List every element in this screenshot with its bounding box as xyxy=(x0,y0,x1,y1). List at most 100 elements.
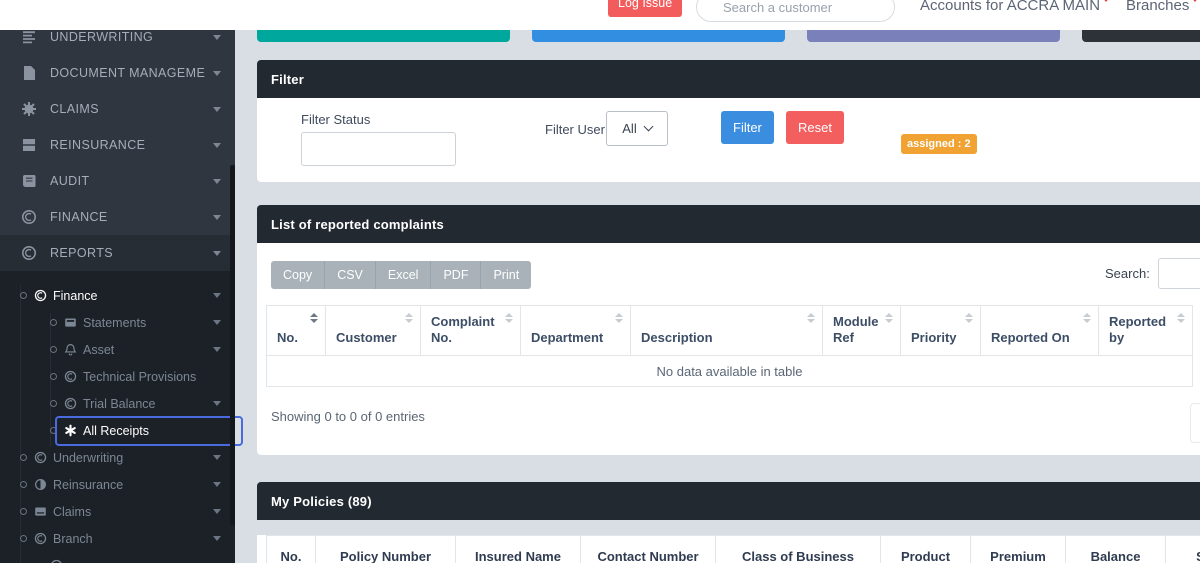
chevron-down-icon xyxy=(213,215,221,220)
submenu-item-all-receipts[interactable]: All Receipts xyxy=(0,417,235,444)
policies-panel-title: My Policies (89) xyxy=(271,494,372,509)
column-header-contact-number[interactable]: Contact Number xyxy=(581,536,716,563)
submenu-item-trial-balance[interactable]: Trial Balance xyxy=(0,390,235,417)
stat-card-blue[interactable] xyxy=(532,30,785,42)
complaints-header-row: No. Customer Complaint No. Department De… xyxy=(267,306,1193,356)
stat-card-dark[interactable] xyxy=(1082,30,1200,42)
filter-user-value: All xyxy=(622,121,636,136)
filter-panel-header: Filter xyxy=(257,60,1200,98)
policies-panel-header: My Policies (89) xyxy=(257,482,1200,520)
chevron-down-icon xyxy=(643,122,653,132)
sidebar-item-audit[interactable]: AUDIT xyxy=(0,163,235,199)
sidebar: UNDERWRITING DOCUMENT MANAGEMENT CLAIMS … xyxy=(0,30,235,563)
column-header-module-ref[interactable]: Module Ref xyxy=(823,306,901,356)
submenu-item-statements[interactable]: Statements xyxy=(0,309,235,336)
column-header-department[interactable]: Department xyxy=(521,306,631,356)
column-header-no[interactable]: No. xyxy=(267,306,326,356)
chevron-down-icon xyxy=(213,35,221,40)
stat-card-purple[interactable] xyxy=(807,30,1060,42)
pdf-button[interactable]: PDF xyxy=(431,261,481,289)
chevron-down-icon xyxy=(213,71,221,76)
table-search-input[interactable] xyxy=(1158,258,1200,289)
chevron-down-icon xyxy=(213,320,221,325)
submenu-item-underwriting[interactable]: Underwriting xyxy=(0,444,235,471)
submenu-item-finance[interactable]: Finance xyxy=(0,282,235,309)
empty-message: No data available in table xyxy=(267,356,1193,387)
document-icon xyxy=(21,65,37,81)
submenu-item-branch[interactable]: Branch xyxy=(0,525,235,552)
asterisk-icon xyxy=(64,424,77,437)
copy-button[interactable]: Copy xyxy=(271,261,325,289)
sort-icon xyxy=(310,313,318,323)
reset-button[interactable]: Reset xyxy=(786,111,844,144)
empty-row: No data available in table xyxy=(267,356,1193,387)
sidebar-item-document-management[interactable]: DOCUMENT MANAGEMENT xyxy=(0,55,235,91)
caret-down-icon xyxy=(1102,0,1110,2)
column-header-reported-on[interactable]: Reported On xyxy=(981,306,1099,356)
sidebar-scrollbar[interactable] xyxy=(230,165,235,525)
submenu-item-claims[interactable]: Claims xyxy=(0,498,235,525)
column-header-insured-name[interactable]: Insured Name xyxy=(456,536,581,563)
column-header-customer[interactable]: Customer xyxy=(326,306,421,356)
circle-bullet-icon xyxy=(20,292,27,299)
sidebar-item-label: UNDERWRITING xyxy=(50,30,205,44)
column-label: Description xyxy=(641,330,713,345)
sidebar-item-label: REINSURANCE xyxy=(50,138,205,152)
submenu-item-asset[interactable]: Asset xyxy=(0,336,235,363)
sort-icon xyxy=(405,313,413,323)
column-header-no[interactable]: No. xyxy=(267,536,316,563)
chevron-down-icon xyxy=(213,293,221,298)
submenu-item-label: All Receipts xyxy=(83,424,221,438)
sidebar-item-finance[interactable]: FINANCE xyxy=(0,199,235,235)
submenu-item-label: Underwriting xyxy=(53,451,205,465)
filter-user-select[interactable]: All xyxy=(606,111,668,146)
csv-button[interactable]: CSV xyxy=(325,261,376,289)
circle-bullet-icon xyxy=(50,346,57,353)
column-label: No. xyxy=(277,330,298,345)
customer-search-input[interactable] xyxy=(697,0,894,21)
sidebar-item-claims[interactable]: CLAIMS xyxy=(0,91,235,127)
excel-button[interactable]: Excel xyxy=(376,261,432,289)
accounts-dropdown-label: Accounts for ACCRA MAIN xyxy=(920,0,1100,14)
submenu-item-label: Branch xyxy=(53,532,205,546)
submenu-item-label: Technical Provisions xyxy=(83,370,221,384)
coin-icon xyxy=(34,289,47,302)
pagination-previous-button[interactable] xyxy=(1190,403,1200,443)
circle-bullet-icon xyxy=(50,400,57,407)
submenu-item-technical-provisions[interactable]: Technical Provisions xyxy=(0,363,235,390)
customer-search[interactable] xyxy=(696,0,895,22)
branches-dropdown[interactable]: Branches xyxy=(1126,0,1199,14)
sidebar-item-label: DOCUMENT MANAGEMENT xyxy=(50,66,205,80)
top-bar: Log Issue Accounts for ACCRA MAIN Branch… xyxy=(0,0,1200,30)
log-issue-button[interactable]: Log Issue xyxy=(608,0,682,17)
column-header-status[interactable]: Status xyxy=(1166,536,1200,563)
complaints-panel-body: Copy CSV Excel PDF Print Search: No. Cus… xyxy=(257,243,1200,455)
filter-status-input[interactable] xyxy=(301,132,456,166)
column-header-balance[interactable]: Balance xyxy=(1066,536,1166,563)
reports-submenu: Finance Statements Asset Technical Provi… xyxy=(0,271,235,563)
stat-card-teal[interactable] xyxy=(257,30,510,42)
print-button[interactable]: Print xyxy=(481,261,531,289)
accounts-dropdown[interactable]: Accounts for ACCRA MAIN xyxy=(920,0,1110,14)
column-header-policy-number[interactable]: Policy Number xyxy=(316,536,456,563)
submenu-item-label: Claims xyxy=(53,505,205,519)
submenu-item-label: Reinsurance xyxy=(53,478,205,492)
submenu-item-reinsurance[interactable]: Reinsurance xyxy=(0,471,235,498)
column-header-priority[interactable]: Priority xyxy=(901,306,981,356)
column-header-class-of-business[interactable]: Class of Business xyxy=(716,536,881,563)
filter-user-label: Filter User xyxy=(545,122,605,137)
column-header-premium[interactable]: Premium xyxy=(971,536,1066,563)
column-label: Reported by xyxy=(1109,314,1166,345)
filter-button[interactable]: Filter xyxy=(721,111,774,144)
sidebar-item-reinsurance[interactable]: REINSURANCE xyxy=(0,127,235,163)
column-header-product[interactable]: Product xyxy=(881,536,971,563)
sidebar-item-reports[interactable]: REPORTS xyxy=(0,235,235,271)
coin-icon xyxy=(64,370,77,383)
column-header-description[interactable]: Description xyxy=(631,306,823,356)
column-header-complaint-no[interactable]: Complaint No. xyxy=(421,306,521,356)
column-header-reported-by[interactable]: Reported by xyxy=(1099,306,1193,356)
coin-icon xyxy=(21,209,37,225)
chevron-down-icon xyxy=(213,251,221,256)
main-content: Filter Filter Status Filter User All Fil… xyxy=(235,30,1200,563)
submenu-item-partial[interactable] xyxy=(0,552,235,563)
